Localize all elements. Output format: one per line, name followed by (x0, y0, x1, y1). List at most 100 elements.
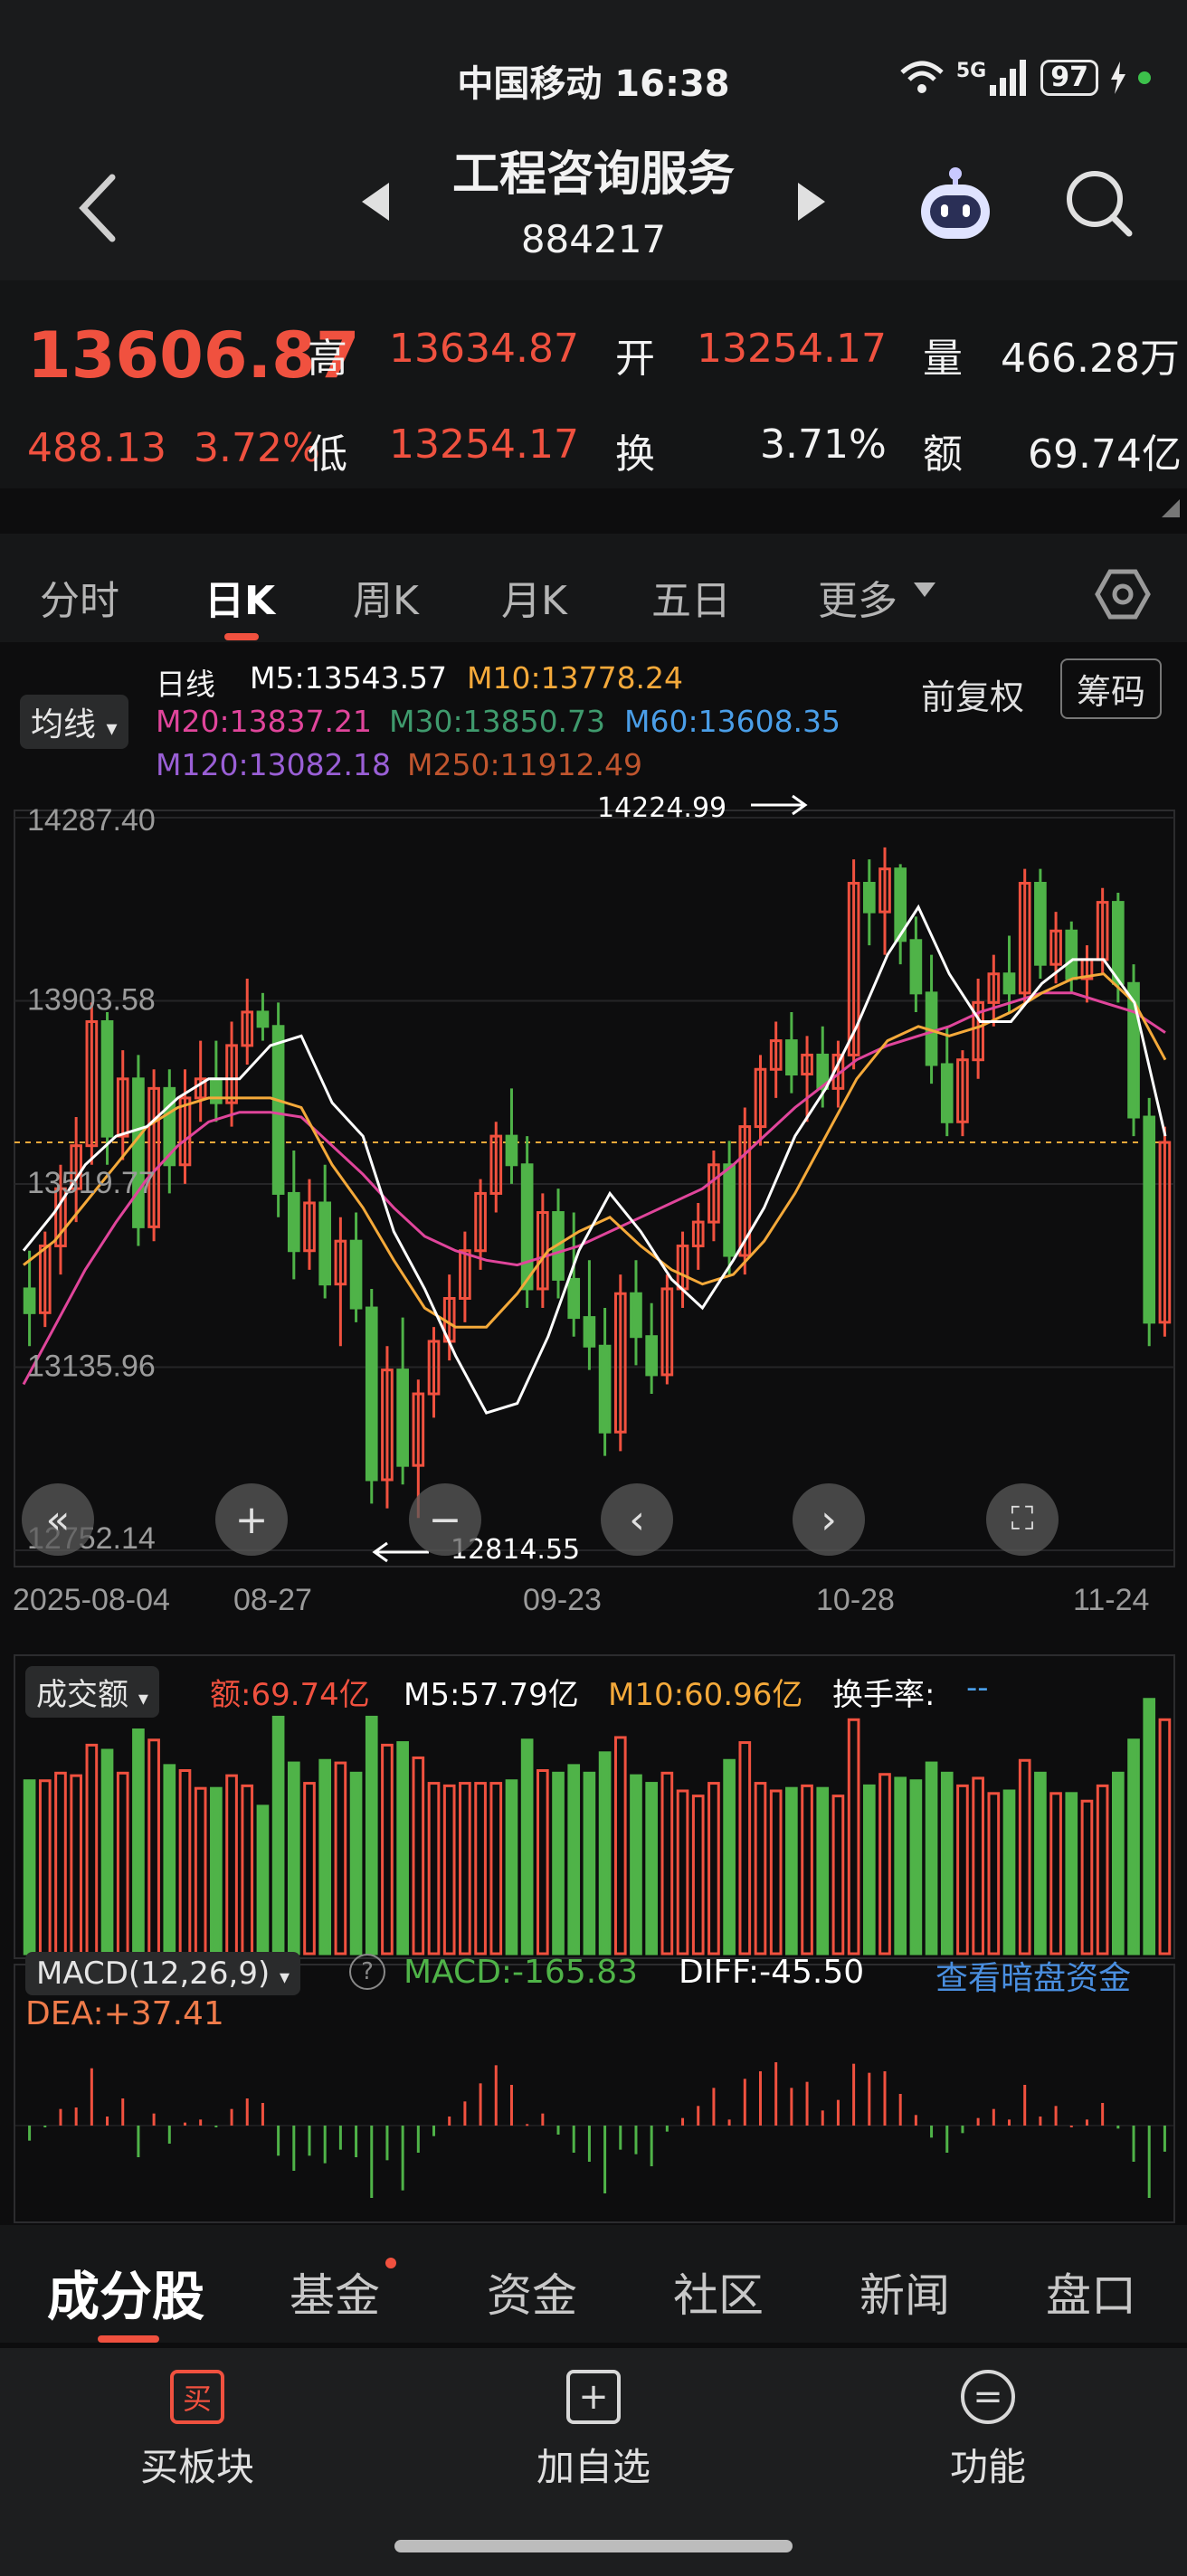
scroll-left-button[interactable]: ‹ (601, 1483, 673, 1556)
volume-bar-up (801, 1784, 813, 1956)
volume-bar-up (1049, 1792, 1062, 1956)
tab-capital[interactable]: 资金 (487, 2259, 577, 2325)
volume-bar-down (318, 1758, 332, 1956)
macd-indicator-selector[interactable]: MACD(12,26,9) ▾ (25, 1952, 301, 1995)
line-type: 日线 (156, 667, 215, 702)
price-panel-frame (14, 810, 1175, 1567)
next-stock-icon[interactable] (796, 181, 827, 223)
macd-bar-up (836, 2099, 840, 2126)
candle-down (785, 1039, 798, 1076)
signal-icon (990, 60, 1027, 96)
open-label: 开 (615, 336, 655, 382)
macd-bar-up (805, 2081, 809, 2126)
search-icon[interactable] (1064, 168, 1135, 239)
candle-down (287, 1191, 300, 1253)
tab-order-book[interactable]: 盘口 (1046, 2259, 1136, 2325)
candle-down (365, 1306, 378, 1482)
macd-bar-down (603, 2126, 607, 2193)
plus-icon: + (234, 1496, 269, 1543)
dark-pool-funds-link[interactable]: 查看暗盘资金 (935, 1952, 1131, 1999)
zoom-in-button[interactable]: + (215, 1483, 288, 1556)
tab-community[interactable]: 社区 (673, 2259, 764, 2325)
volume-bar-up (70, 1774, 82, 1956)
add-watchlist-button[interactable]: + 加自选 (458, 2370, 729, 2492)
macd-bar-down (323, 2126, 327, 2164)
macd-bar-up (121, 2098, 125, 2126)
macd-bar-up (106, 2117, 109, 2126)
turnover-label: 换 (615, 431, 655, 478)
tab-news[interactable]: 新闻 (859, 2259, 950, 2325)
tab-funds[interactable]: 基金 (290, 2259, 380, 2325)
tab-weekly-k[interactable]: 周K (353, 568, 419, 626)
macd-bar-up (152, 2113, 156, 2126)
expand-corner-icon[interactable] (1162, 499, 1180, 517)
volume-bar-down (1127, 1738, 1140, 1956)
macd-bar-down (28, 2126, 32, 2141)
macd-bar-up (479, 2083, 482, 2126)
scroll-start-button[interactable]: « (22, 1483, 94, 1556)
macd-bar-up (1008, 2119, 1011, 2126)
volume-bar-down (645, 1782, 658, 1956)
candle-down (723, 1163, 736, 1257)
macd-bar-up (914, 2115, 917, 2126)
macd-bar-up (992, 2108, 995, 2126)
more-dropdown-icon[interactable] (914, 582, 935, 597)
home-indicator[interactable] (394, 2540, 793, 2552)
double-chevron-left-icon: « (45, 1496, 71, 1543)
chips-button[interactable]: 筹码 (1060, 658, 1163, 719)
scroll-right-button[interactable]: › (793, 1483, 865, 1556)
macd-bar-up (821, 2110, 824, 2126)
help-icon[interactable]: ? (349, 1954, 385, 1990)
ma10-line (23, 972, 1167, 1329)
macd-bar-up (1023, 2085, 1027, 2126)
buy-sector-button[interactable]: 买 买板块 (62, 2370, 333, 2492)
volume-bar-up (459, 1782, 471, 1956)
macd-bar-down (930, 2126, 934, 2138)
tab-monthly-k[interactable]: 月K (501, 568, 567, 626)
period-tabs (0, 534, 1187, 642)
adjust-mode[interactable]: 前复权 (921, 669, 1024, 719)
volume-bar-down (785, 1786, 798, 1956)
zoom-out-button[interactable]: − (409, 1483, 481, 1556)
macd-bar-up (59, 2108, 62, 2126)
macd-bar-up (541, 2113, 545, 2126)
price-tick-label: 14287.40 (27, 803, 156, 838)
chevron-right-icon: › (821, 1496, 837, 1543)
macd-bar-down (338, 2126, 342, 2150)
macd-bar-up (790, 2088, 793, 2126)
tab-more[interactable]: 更多 (818, 568, 897, 626)
macd-bar-down (665, 2126, 669, 2132)
volume-bar-up (537, 1769, 549, 1956)
ma-selector[interactable]: 均线 ▾ (20, 695, 128, 749)
volume-bar-up (147, 1738, 160, 1956)
volume-bar-down (256, 1804, 270, 1956)
macd-bar-down (945, 2126, 949, 2153)
volume-bar-down (909, 1779, 923, 1956)
volume-indicator-selector[interactable]: 成交额 ▾ (25, 1666, 159, 1718)
tab-five-day[interactable]: 五日 (651, 568, 731, 626)
macd-bar-down (370, 2126, 374, 2198)
volume-m5: M5:57.79亿 (404, 1677, 579, 1713)
chart-settings-icon[interactable] (1095, 566, 1151, 622)
amount-label: 额 (923, 431, 963, 478)
fullscreen-button[interactable]: ⛶ (986, 1483, 1059, 1556)
volume-bar-up (194, 1786, 207, 1956)
macd-bar-down (277, 2126, 280, 2156)
functions-button[interactable]: = 功能 (852, 2370, 1124, 2492)
macd-bar-down (587, 2126, 591, 2162)
privacy-dot-icon (1138, 71, 1151, 84)
volume-bar-down (1002, 1789, 1016, 1956)
volume-bar-down (1065, 1792, 1078, 1956)
tab-constituents[interactable]: 成分股 (47, 2254, 204, 2330)
volume-bar-down (396, 1741, 409, 1956)
candle-down (1002, 972, 1016, 995)
date-axis: 2025-08-04 08-27 09-23 10-28 11-24 (13, 1583, 1149, 1617)
high-label: 高 (308, 336, 347, 382)
candle-down (520, 1163, 534, 1291)
active-content-tab-indicator (98, 2335, 159, 2343)
robot-assistant-icon[interactable] (914, 163, 997, 246)
macd-selector-chevron-icon: ▾ (280, 1966, 290, 1989)
candle-down (598, 1344, 612, 1434)
tab-intraday[interactable]: 分时 (40, 568, 119, 626)
tab-daily-k[interactable]: 日K (204, 568, 275, 626)
